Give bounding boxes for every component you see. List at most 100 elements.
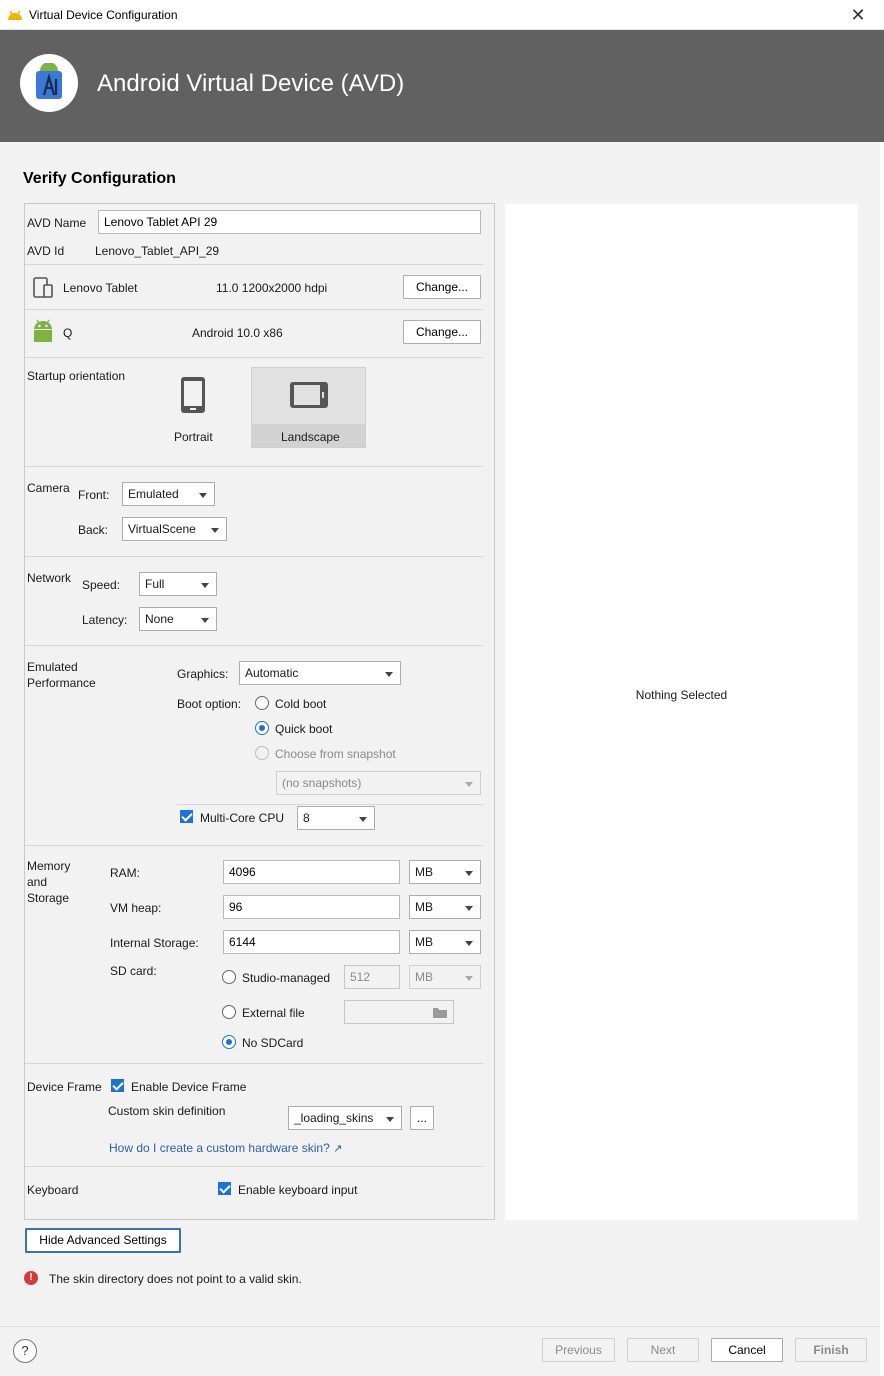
boot-option-label: Boot option: xyxy=(177,697,242,711)
header-banner: Android Virtual Device (AVD) xyxy=(0,30,884,142)
avd-id-label: AVD Id xyxy=(27,244,65,258)
camera-label: Camera xyxy=(27,481,70,495)
orientation-label: Startup orientation xyxy=(27,369,126,383)
memory-label-2: and xyxy=(27,875,48,889)
vmheap-label: VM heap: xyxy=(110,901,162,915)
finish-button[interactable]: Finish xyxy=(795,1338,867,1362)
cold-boot-radio[interactable] xyxy=(255,696,269,710)
error-icon: ! xyxy=(24,1271,38,1285)
previous-button[interactable]: Previous xyxy=(542,1338,615,1362)
studio-managed-label: Studio-managed xyxy=(242,971,331,985)
divider xyxy=(177,804,483,805)
external-file-radio[interactable] xyxy=(222,1005,236,1019)
vmheap-unit-select[interactable]: MB xyxy=(409,895,481,919)
ram-input[interactable] xyxy=(223,860,400,884)
device-spec: 11.0 1200x2000 hdpi xyxy=(216,281,328,295)
enable-keyboard-checkbox[interactable] xyxy=(218,1182,231,1195)
ram-label: RAM: xyxy=(110,866,140,880)
quick-boot-label: Quick boot xyxy=(275,722,333,736)
no-sdcard-label: No SDCard xyxy=(242,1036,304,1050)
window-title: Virtual Device Configuration xyxy=(29,8,178,22)
device-icon xyxy=(33,277,53,298)
internal-storage-unit-select[interactable]: MB xyxy=(409,930,481,954)
snapshot-radio[interactable] xyxy=(255,746,269,760)
custom-skin-help-link[interactable]: How do I create a custom hardware skin? … xyxy=(109,1141,342,1155)
device-frame-label: Device Frame xyxy=(27,1080,102,1094)
portrait-phone-icon xyxy=(181,377,205,413)
divider xyxy=(25,466,483,467)
external-link-icon: ↗ xyxy=(333,1143,343,1155)
divider xyxy=(25,556,483,557)
camera-back-select[interactable]: VirtualScene xyxy=(122,517,227,541)
cancel-button[interactable]: Cancel xyxy=(711,1338,783,1362)
network-latency-select[interactable]: None xyxy=(139,607,217,631)
divider xyxy=(25,1166,483,1167)
camera-front-label: Front: xyxy=(78,488,110,502)
portrait-label: Portrait xyxy=(174,430,213,444)
quick-boot-radio[interactable] xyxy=(255,721,269,735)
landscape-phone-icon xyxy=(290,382,328,408)
banner-title: Android Virtual Device (AVD) xyxy=(97,70,405,97)
vmheap-input[interactable] xyxy=(223,895,400,919)
cold-boot-label: Cold boot xyxy=(275,697,327,711)
window-edge xyxy=(880,142,884,1376)
preview-pane: Nothing Selected xyxy=(505,204,858,1220)
hide-advanced-settings-button[interactable]: Hide Advanced Settings xyxy=(25,1228,181,1253)
external-file-label: External file xyxy=(242,1006,305,1020)
footer-divider xyxy=(0,1326,880,1327)
configuration-panel xyxy=(24,203,495,1220)
close-icon[interactable]: ✕ xyxy=(846,3,870,27)
divider xyxy=(25,1063,483,1064)
memory-label-3: Storage xyxy=(27,891,70,905)
android-studio-logo-icon xyxy=(36,63,62,99)
no-sdcard-radio[interactable] xyxy=(222,1035,236,1049)
external-file-input[interactable] xyxy=(344,1000,454,1024)
landscape-label: Landscape xyxy=(281,430,340,444)
next-button[interactable]: Next xyxy=(627,1338,699,1362)
android-studio-icon xyxy=(8,10,22,20)
avd-id-value: Lenovo_Tablet_API_29 xyxy=(95,244,220,258)
portrait-option[interactable]: Portrait xyxy=(137,368,250,447)
studio-managed-radio[interactable] xyxy=(222,970,236,984)
internal-storage-label: Internal Storage: xyxy=(110,936,199,950)
studio-managed-unit-select[interactable]: MB xyxy=(409,965,481,989)
change-device-button[interactable]: Change... xyxy=(403,275,481,299)
sdcard-label: SD card: xyxy=(110,964,157,978)
snapshot-label: Choose from snapshot xyxy=(275,747,396,761)
divider xyxy=(25,309,483,310)
folder-icon[interactable] xyxy=(433,1007,447,1018)
enable-device-frame-checkbox[interactable] xyxy=(111,1079,124,1092)
performance-label: Emulated xyxy=(27,660,78,674)
camera-back-label: Back: xyxy=(78,523,109,537)
custom-skin-select[interactable]: _loading_skins xyxy=(288,1106,402,1130)
nothing-selected-text: Nothing Selected xyxy=(635,688,728,702)
ram-unit-select[interactable]: MB xyxy=(409,860,481,884)
enable-keyboard-label: Enable keyboard input xyxy=(238,1183,358,1197)
avd-name-label: AVD Name xyxy=(27,216,87,230)
network-speed-select[interactable]: Full xyxy=(139,572,217,596)
internal-storage-input[interactable] xyxy=(223,930,400,954)
network-speed-label: Speed: xyxy=(82,578,121,592)
divider xyxy=(25,357,483,358)
system-image-spec: Android 10.0 x86 xyxy=(192,326,283,340)
change-system-image-button[interactable]: Change... xyxy=(403,320,481,344)
window-titlebar: Virtual Device Configuration ✕ xyxy=(0,0,884,30)
multicore-select[interactable]: 8 xyxy=(297,806,375,830)
divider xyxy=(25,645,483,646)
device-name: Lenovo Tablet xyxy=(63,281,138,295)
help-icon[interactable]: ? xyxy=(13,1339,37,1363)
android-studio-logo xyxy=(20,54,78,112)
avd-name-input[interactable] xyxy=(98,210,481,234)
network-label: Network xyxy=(27,571,72,585)
multicore-checkbox[interactable] xyxy=(180,810,193,823)
memory-label: Memory xyxy=(27,859,71,873)
browse-skin-button[interactable]: ... xyxy=(410,1106,434,1130)
landscape-option[interactable]: Landscape xyxy=(251,367,366,448)
snapshot-select[interactable]: (no snapshots) xyxy=(276,771,481,795)
enable-device-frame-label: Enable Device Frame xyxy=(131,1080,247,1094)
graphics-select[interactable]: Automatic xyxy=(239,661,401,685)
network-latency-label: Latency: xyxy=(82,613,128,627)
divider xyxy=(25,264,483,265)
studio-managed-size-input[interactable] xyxy=(344,965,400,989)
camera-front-select[interactable]: Emulated xyxy=(122,482,215,506)
